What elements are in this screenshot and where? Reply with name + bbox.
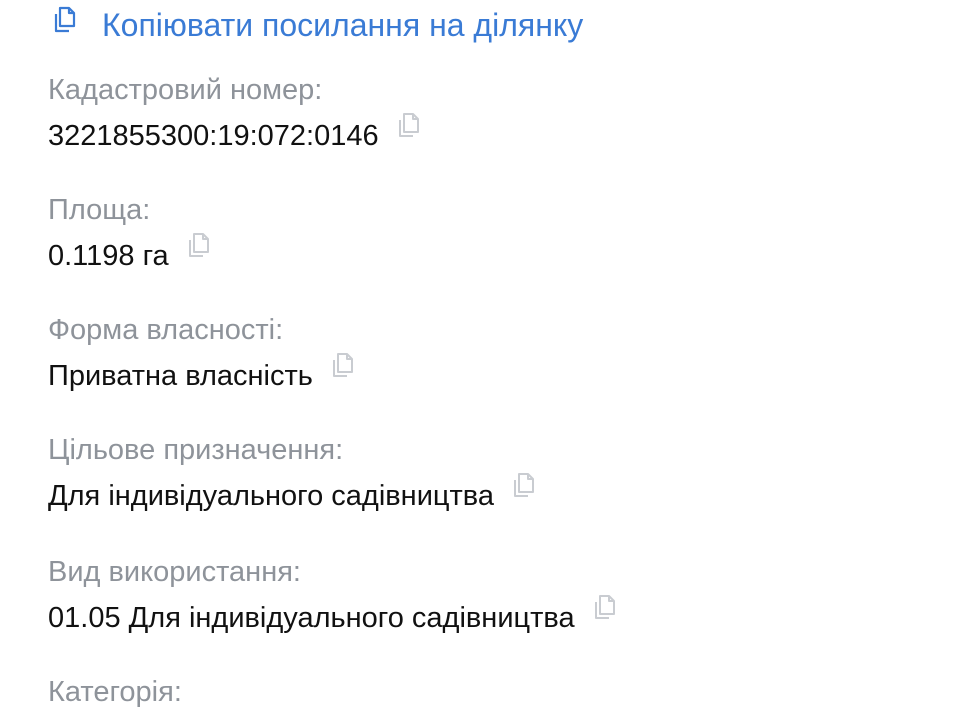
field-area: Площа: 0.1198 га [48, 190, 213, 276]
field-label: Вид використання: [48, 556, 301, 588]
field-intended-purpose: Цільове призначення: Для індивідуального… [48, 430, 538, 516]
copy-icon[interactable] [510, 470, 538, 502]
copy-parcel-link-button[interactable]: Копіювати посилання на ділянку [52, 2, 583, 48]
parcel-info-panel: Копіювати посилання на ділянку Кадастров… [0, 0, 960, 720]
copy-parcel-link-label: Копіювати посилання на ділянку [102, 7, 584, 43]
copy-icon[interactable] [329, 350, 357, 382]
field-label: Цільове призначення: [48, 434, 344, 466]
field-ownership-form: Форма власності: Приватна власність [48, 310, 357, 396]
cadastral-number-value: 3221855300:19:072:0146 [48, 120, 379, 152]
copy-icon[interactable] [395, 110, 423, 142]
area-value: 0.1198 га [48, 240, 169, 272]
field-label: Кадастровий номер: [48, 74, 323, 106]
copy-icon[interactable] [591, 592, 619, 624]
usage-type-value: 01.05 Для індивідуального садівництва [48, 602, 575, 634]
intended-purpose-value: Для індивідуального садівництва [48, 480, 494, 512]
field-label: Форма власності: [48, 314, 284, 346]
copy-icon [52, 6, 78, 36]
field-usage-type: Вид використання: 01.05 Для індивідуальн… [48, 552, 619, 638]
field-cadastral-number: Кадастровий номер: 3221855300:19:072:014… [48, 70, 423, 156]
ownership-form-value: Приватна власність [48, 360, 313, 392]
copy-icon[interactable] [185, 230, 213, 262]
field-label: Площа: [48, 194, 151, 226]
field-label: Категорія: [48, 676, 182, 708]
field-category: Категорія: [48, 672, 182, 712]
